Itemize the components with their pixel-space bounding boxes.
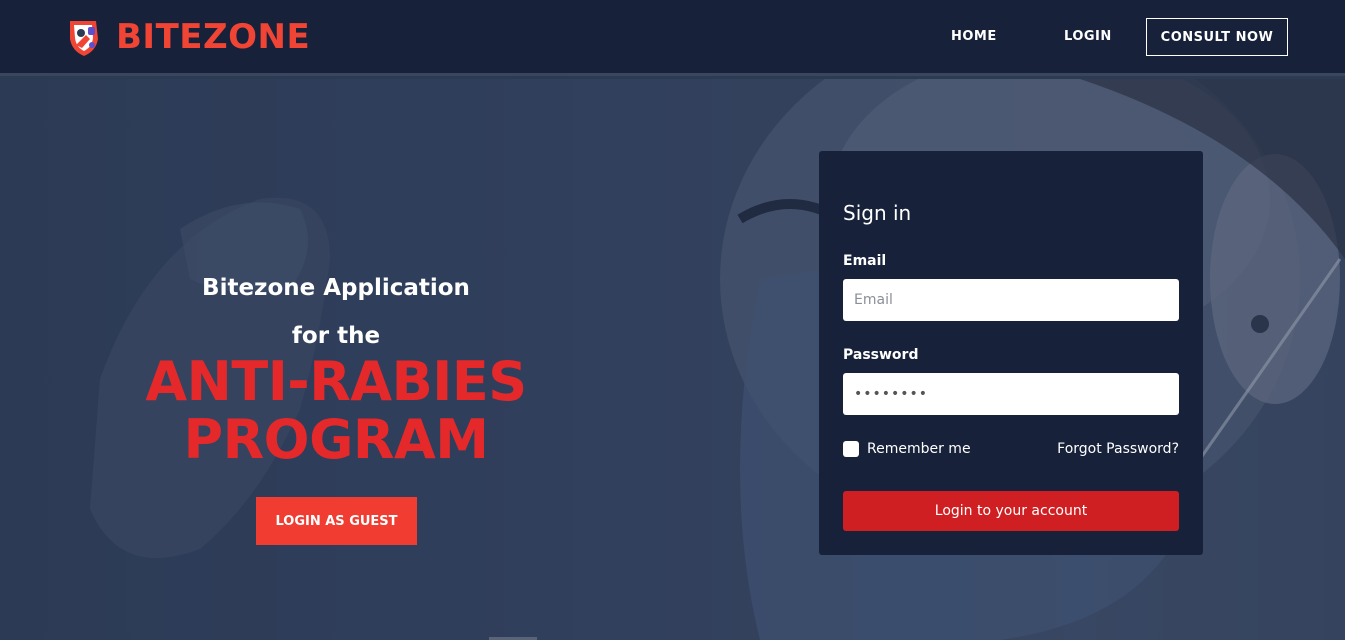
brand-logo[interactable]: BITEZONE (66, 16, 310, 58)
signin-card: Sign in Email Password Remember me Forgo… (819, 151, 1203, 555)
hero-headline-line2: PROGRAM (183, 408, 490, 471)
brand-name: BITEZONE (116, 17, 311, 57)
consult-now-button[interactable]: CONSULT NOW (1146, 18, 1288, 56)
hero-section: Bitezone Application for the ANTI-RABIES… (0, 79, 1345, 640)
hero-text: Bitezone Application for the ANTI-RABIES… (86, 275, 586, 469)
remember-me[interactable]: Remember me (843, 441, 971, 457)
remember-me-checkbox[interactable] (843, 441, 859, 457)
password-field[interactable] (843, 373, 1179, 415)
login-as-guest-button[interactable]: LOGIN AS GUEST (256, 497, 417, 545)
hero-subtitle-line1: Bitezone Application (202, 275, 470, 301)
forgot-password-link[interactable]: Forgot Password? (1057, 441, 1179, 457)
signin-title: Sign in (843, 201, 912, 225)
nav-login-link[interactable]: LOGIN (1064, 29, 1112, 44)
remember-me-label: Remember me (867, 441, 971, 457)
login-submit-button[interactable]: Login to your account (843, 491, 1179, 531)
bitezone-logo-icon (70, 21, 98, 56)
password-label: Password (843, 347, 919, 363)
nav-home-link[interactable]: HOME (951, 29, 997, 44)
hero-subtitle-line2: for the (291, 323, 381, 349)
email-field[interactable] (843, 279, 1179, 321)
email-label: Email (843, 253, 887, 269)
hero-headline-line1: ANTI-RABIES (145, 350, 527, 413)
navbar: BITEZONE HOME LOGIN CONSULT NOW (0, 0, 1345, 76)
